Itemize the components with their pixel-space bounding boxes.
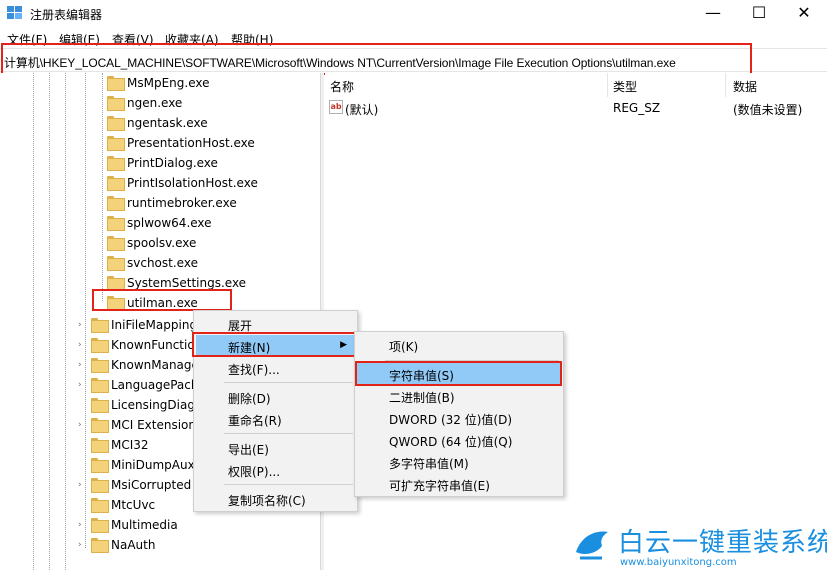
menu-item-expand[interactable]: 展开 [196,313,355,335]
menu-file[interactable]: 文件(F) [7,31,47,48]
column-separator[interactable] [725,73,726,97]
chevron-right-icon[interactable]: › [78,420,86,430]
context-menu: 展开 新建(N) ▶ 查找(F)... 删除(D) 重命名(R) 导出(E) 权限… [193,310,358,512]
chevron-right-icon[interactable]: › [78,480,86,490]
chevron-right-icon[interactable]: › [78,380,86,390]
title-bar: 注册表编辑器 — ☐ ✕ [0,0,827,27]
column-header-name[interactable]: 名称 [330,78,354,95]
close-button[interactable]: ✕ [781,0,827,27]
folder-icon [107,236,125,251]
folder-icon [107,96,125,111]
minimize-button[interactable]: — [690,0,736,27]
tree-guide-line [49,73,50,570]
menu-item-copy-key-name[interactable]: 复制项名称(C) [196,488,355,510]
submenu-item-key[interactable]: 项(K) [357,334,561,356]
menu-bar: 文件(F) 编辑(E) 查看(V) 收藏夹(A) 帮助(H) [0,29,827,47]
new-submenu: 项(K) 字符串值(S) 二进制值(B) DWORD (32 位)值(D) QW… [354,331,564,497]
folder-icon [107,156,125,171]
submenu-item-expandable-string-value[interactable]: 可扩充字符串值(E) [357,473,561,495]
menu-item-export[interactable]: 导出(E) [196,437,355,459]
menu-item-permissions[interactable]: 权限(P)... [196,459,355,481]
value-name[interactable]: (默认) [345,101,378,118]
folder-icon [91,458,109,473]
chevron-right-icon[interactable]: › [78,340,86,350]
string-value-icon: ab [329,100,343,114]
folder-icon [107,256,125,271]
folder-icon [91,398,109,413]
menu-separator [224,484,353,485]
chevron-right-icon[interactable]: › [78,540,86,550]
watermark-title: 白云一键重装系统 [618,528,827,558]
tree-guide-line [85,73,86,548]
address-bar[interactable]: 计算机\HKEY_LOCAL_MACHINE\SOFTWARE\Microsof… [0,48,827,72]
watermark-url: www.baiyunxitong.com [620,557,737,568]
folder-icon [107,296,125,311]
tree-guide-line [65,73,66,570]
folder-icon [107,116,125,131]
menu-view[interactable]: 查看(V) [112,31,154,48]
folder-icon [107,196,125,211]
chevron-right-icon[interactable]: › [78,320,86,330]
watermark: 白云一键重装系统 www.baiyunxitong.com [570,520,827,570]
folder-icon [107,176,125,191]
value-data: (数值未设置) [733,103,803,117]
menu-separator [385,360,559,361]
menu-separator [224,433,353,434]
submenu-item-binary-value[interactable]: 二进制值(B) [357,385,561,407]
chevron-right-icon[interactable]: › [78,360,86,370]
folder-icon [91,518,109,533]
menu-help[interactable]: 帮助(H) [231,31,273,48]
submenu-item-qword-value[interactable]: QWORD (64 位)值(Q) [357,429,561,451]
menu-item-delete[interactable]: 删除(D) [196,386,355,408]
folder-icon [107,216,125,231]
menu-item-new[interactable]: 新建(N) ▶ [196,335,355,357]
column-header-type[interactable]: 类型 [613,78,637,95]
folder-icon [91,378,109,393]
chevron-right-icon: ▶ [340,340,347,350]
submenu-item-multi-string-value[interactable]: 多字符串值(M) [357,451,561,473]
folder-icon [91,538,109,553]
submenu-item-dword-value[interactable]: DWORD (32 位)值(D) [357,407,561,429]
folder-icon [107,136,125,151]
tree-guide-line [102,73,103,301]
menu-favorites[interactable]: 收藏夹(A) [165,31,219,48]
folder-icon [91,438,109,453]
folder-icon [91,358,109,373]
column-separator[interactable] [607,73,608,97]
chevron-right-icon[interactable]: › [78,520,86,530]
window-title: 注册表编辑器 [30,8,103,22]
folder-icon [107,276,125,291]
menu-item-find[interactable]: 查找(F)... [196,357,355,379]
value-type: REG_SZ [613,101,661,115]
regedit-icon [7,6,22,19]
menu-separator [224,382,353,383]
folder-icon [91,498,109,513]
tree-guide-line [33,73,34,570]
folder-icon [91,338,109,353]
maximize-button[interactable]: ☐ [736,0,782,27]
folder-icon [91,418,109,433]
folder-icon [91,318,109,333]
folder-icon [107,76,125,91]
submenu-item-string-value[interactable]: 字符串值(S) [357,363,561,385]
address-path[interactable]: 计算机\HKEY_LOCAL_MACHINE\SOFTWARE\Microsof… [4,54,676,71]
folder-icon [91,478,109,493]
menu-item-rename[interactable]: 重命名(R) [196,408,355,430]
bird-logo-icon [576,531,608,560]
menu-edit[interactable]: 编辑(E) [59,31,100,48]
column-header-data[interactable]: 数据 [733,78,757,95]
